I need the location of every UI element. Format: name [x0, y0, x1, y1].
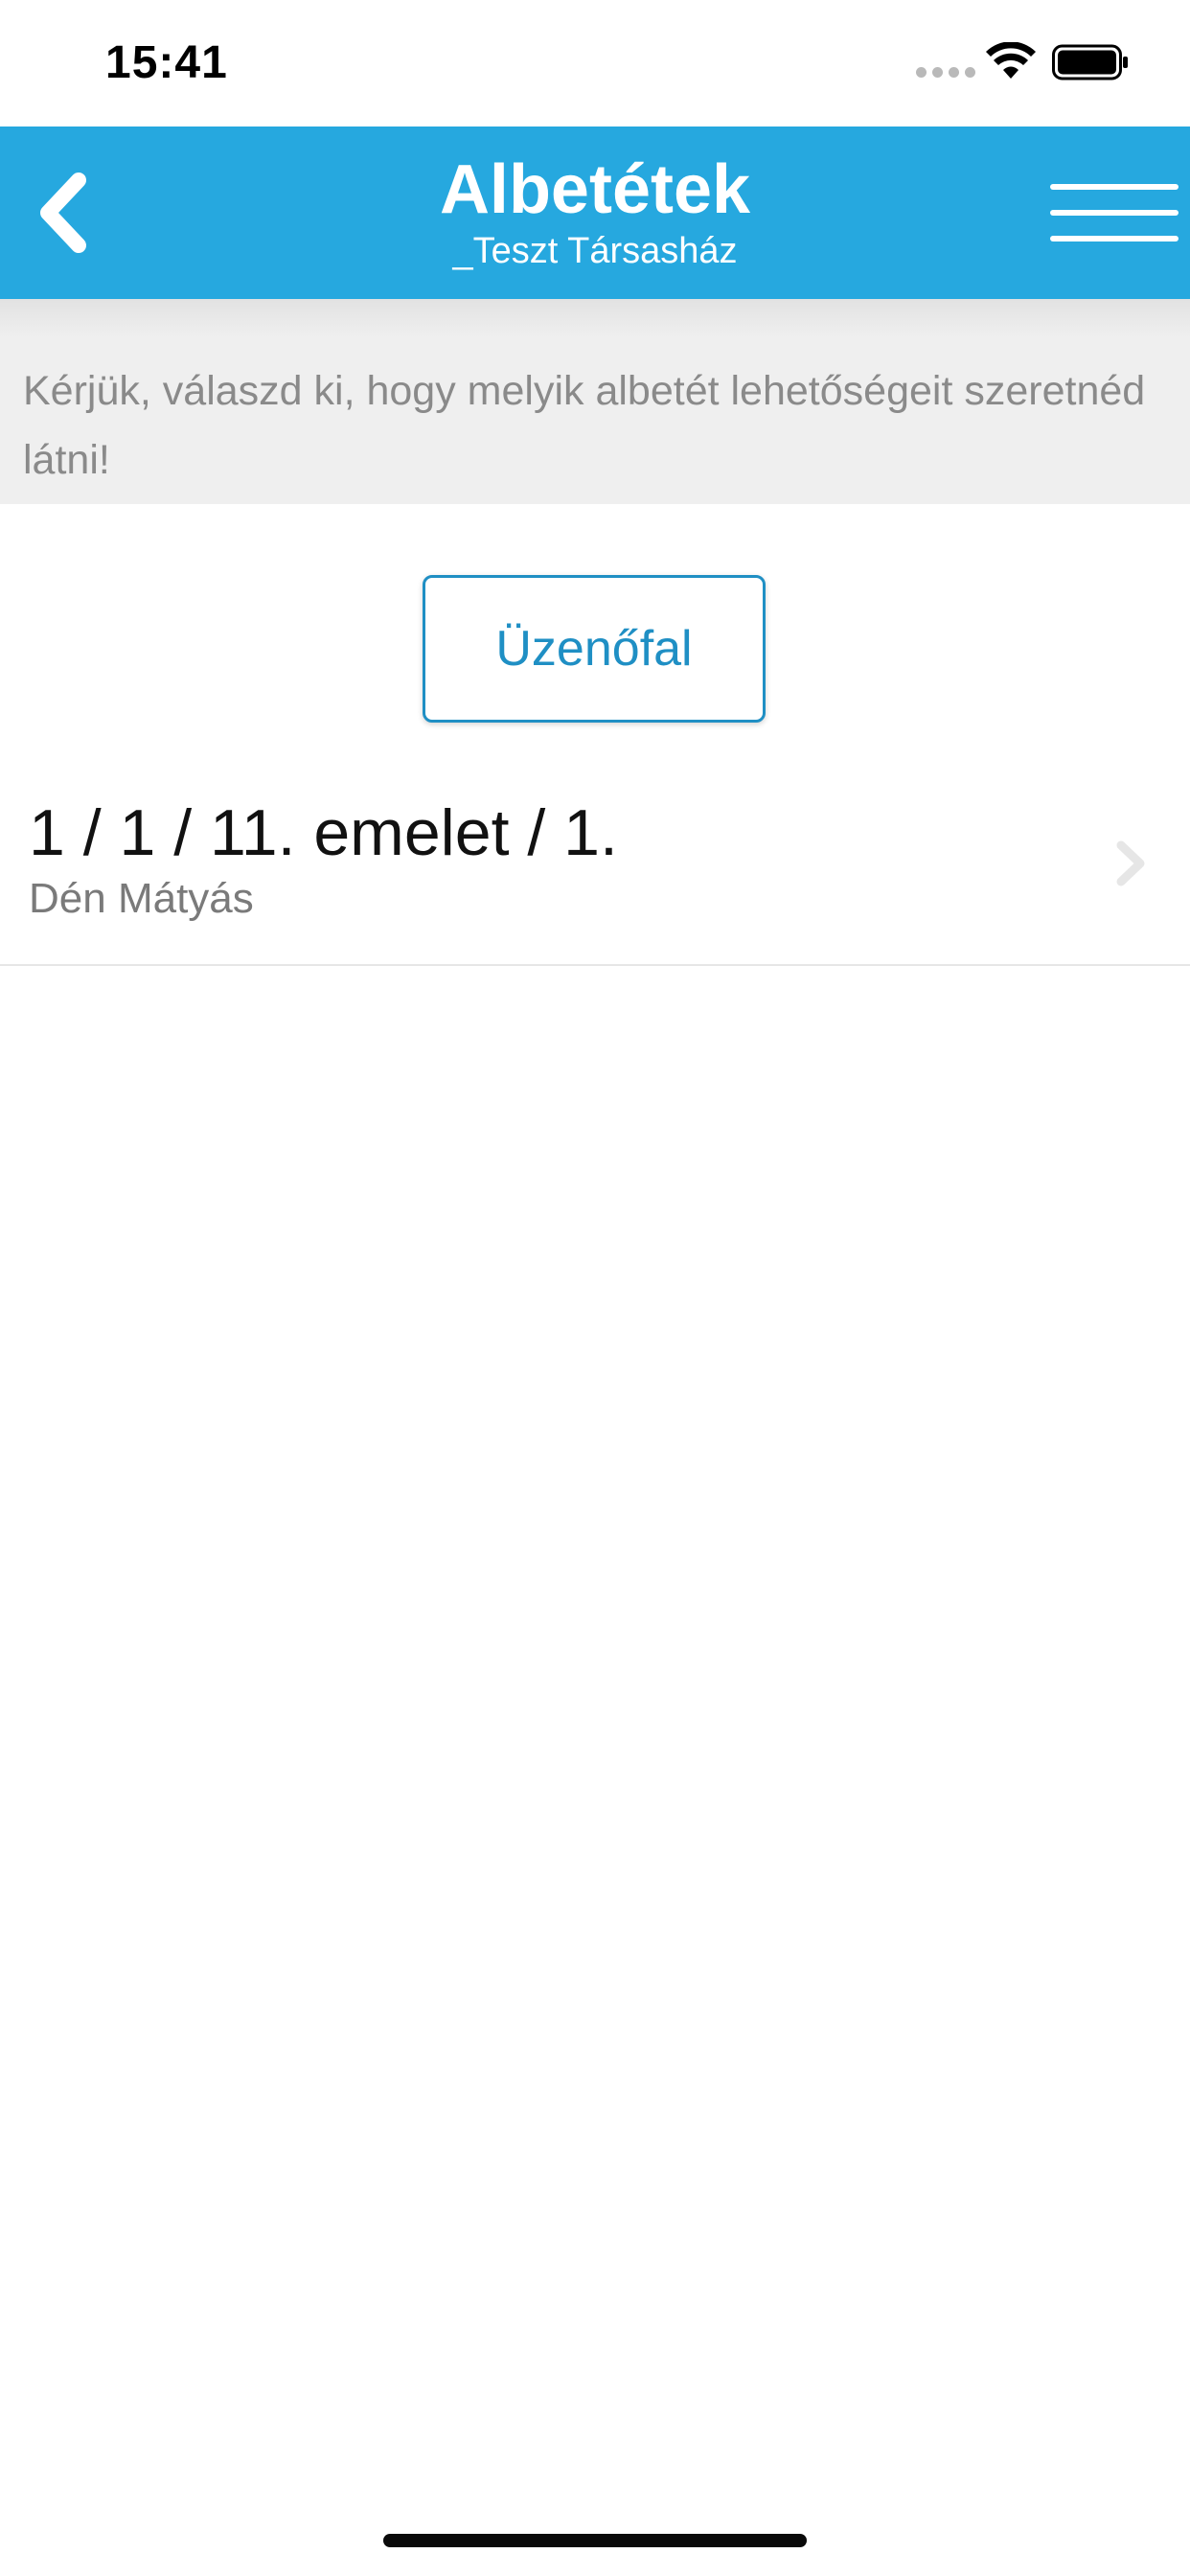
- chevron-right-icon: [1116, 840, 1145, 886]
- status-bar: 15:41: [0, 0, 1190, 126]
- unit-owner: Dén Mátyás: [29, 875, 254, 922]
- unit-title: 1 / 1 / 11. emelet / 1.: [29, 796, 618, 869]
- app-header: Albetétek _Teszt Társasház: [0, 126, 1190, 299]
- message-wall-button-label: Üzenőfal: [495, 621, 693, 677]
- status-time: 15:41: [105, 37, 228, 88]
- hamburger-menu-icon[interactable]: [1044, 176, 1179, 249]
- list-item[interactable]: 1 / 1 / 11. emelet / 1. Dén Mátyás: [0, 767, 1190, 966]
- page-title: Albetétek: [439, 151, 751, 228]
- instruction-text: Kérjük, válaszd ki, hogy melyik albetét …: [23, 368, 1146, 483]
- cellular-signal-icon: [916, 67, 975, 78]
- screen: 15:41 Albetétek _Teszt Társasház Kérjük,…: [0, 0, 1190, 2576]
- page-subtitle: _Teszt Társasház: [452, 231, 738, 271]
- wifi-icon: [986, 42, 1036, 79]
- home-indicator: [383, 2534, 807, 2547]
- battery-icon: [1052, 44, 1128, 80]
- message-wall-button[interactable]: Üzenőfal: [423, 575, 766, 723]
- instruction-banner: Kérjük, válaszd ki, hogy melyik albetét …: [0, 299, 1190, 504]
